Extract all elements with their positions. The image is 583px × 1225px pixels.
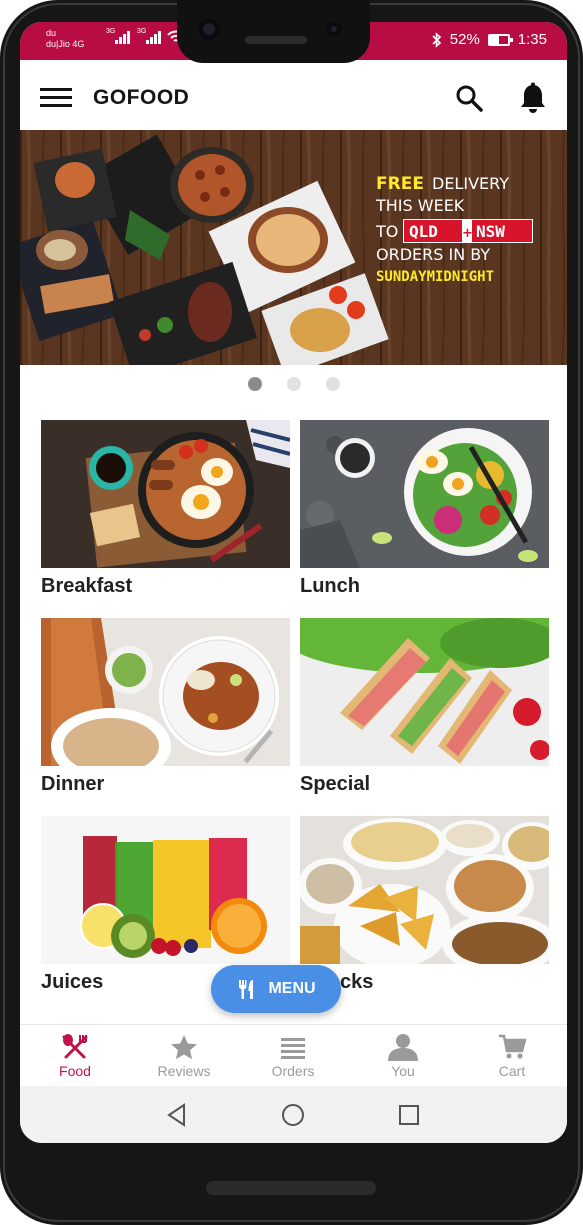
carousel-dots bbox=[20, 374, 567, 392]
operator-line-2: du|Jio 4G bbox=[46, 39, 85, 49]
category-breakfast[interactable]: Breakfast bbox=[41, 420, 290, 598]
promo-banner[interactable]: FREE DELIVERY THIS WEEK TO QLD + NSW ORD… bbox=[20, 130, 567, 365]
operator-line-1: du bbox=[46, 28, 57, 38]
fork-knife-icon bbox=[239, 980, 254, 999]
promo-this-week: THIS WEEK bbox=[375, 196, 465, 215]
signal-1-tag: 3G bbox=[106, 28, 116, 35]
promo-orders-by: ORDERS IN BY bbox=[376, 245, 490, 264]
promo-to: TO bbox=[375, 222, 398, 241]
cart-icon bbox=[499, 1034, 527, 1059]
dinner-image bbox=[41, 618, 290, 766]
food-icon bbox=[62, 1034, 88, 1059]
breakfast-image bbox=[41, 420, 290, 568]
app-title: GOFOOD bbox=[93, 86, 190, 109]
carousel-dot[interactable] bbox=[248, 377, 262, 391]
category-label: Breakfast bbox=[41, 575, 133, 597]
nav-orders[interactable]: Orders bbox=[243, 1033, 343, 1079]
home-icon[interactable] bbox=[281, 1103, 305, 1127]
camera-notch bbox=[177, 0, 370, 63]
recents-icon[interactable] bbox=[398, 1104, 420, 1126]
operator-info: du du|Jio 4G bbox=[46, 28, 84, 50]
snacks-image bbox=[300, 816, 549, 964]
clock: 1:35 bbox=[517, 31, 547, 48]
nav-label: Food bbox=[59, 1063, 91, 1079]
phone-frame: du du|Jio 4G 3G 3G 52% 1:35 GOFOOD FREE … bbox=[0, 0, 583, 1225]
list-icon bbox=[281, 1038, 305, 1059]
promo-state-qld: QLD bbox=[409, 222, 438, 241]
category-label: Lunch bbox=[300, 575, 360, 597]
nav-label: You bbox=[391, 1063, 415, 1079]
promo-free: FREE bbox=[376, 174, 424, 194]
bottom-speaker bbox=[206, 1181, 376, 1195]
signal-bars-icon: 3G bbox=[137, 28, 161, 44]
front-camera-icon bbox=[198, 18, 220, 40]
carousel-dot[interactable] bbox=[287, 377, 301, 391]
menu-button[interactable]: MENU bbox=[211, 965, 341, 1013]
special-image bbox=[300, 618, 549, 766]
category-lunch[interactable]: Lunch bbox=[300, 420, 549, 598]
lunch-image bbox=[300, 420, 549, 568]
category-snacks[interactable]: cks bbox=[300, 816, 549, 994]
system-nav-bar bbox=[20, 1086, 567, 1143]
app-bar: GOFOOD bbox=[20, 60, 567, 130]
earpiece-speaker bbox=[245, 36, 307, 44]
juices-image bbox=[41, 816, 290, 964]
carousel-dot[interactable] bbox=[326, 377, 340, 391]
bluetooth-icon bbox=[432, 31, 441, 48]
user-icon bbox=[388, 1034, 418, 1061]
promo-state-nsw: NSW bbox=[476, 222, 505, 241]
nav-label: Reviews bbox=[157, 1063, 211, 1079]
category-special[interactable]: Special bbox=[300, 618, 549, 796]
menu-icon[interactable] bbox=[40, 88, 72, 108]
nav-label: Cart bbox=[498, 1063, 526, 1079]
promo-delivery: DELIVERY bbox=[432, 174, 509, 193]
battery-icon bbox=[487, 33, 513, 46]
signal-2-tag: 3G bbox=[137, 28, 147, 35]
category-dinner[interactable]: Dinner bbox=[41, 618, 290, 796]
bell-icon[interactable] bbox=[518, 82, 548, 114]
status-right: 52% 1:35 bbox=[432, 31, 547, 48]
nav-cart[interactable]: Cart bbox=[462, 1033, 562, 1079]
nav-you[interactable]: You bbox=[353, 1033, 453, 1079]
nav-reviews[interactable]: Reviews bbox=[134, 1033, 234, 1079]
signal-indicators: 3G 3G bbox=[106, 28, 185, 44]
food-banner-image: FREE DELIVERY THIS WEEK TO QLD + NSW ORD… bbox=[20, 130, 567, 365]
search-icon[interactable] bbox=[455, 84, 483, 112]
menu-button-label: MENU bbox=[268, 980, 316, 997]
promo-plus: + bbox=[462, 226, 473, 241]
back-icon[interactable] bbox=[165, 1103, 189, 1127]
bottom-nav: Food Reviews Orders You Cart bbox=[20, 1024, 567, 1086]
phone-screen: du du|Jio 4G 3G 3G 52% 1:35 GOFOOD FREE … bbox=[20, 22, 567, 1143]
nav-food[interactable]: Food bbox=[25, 1033, 125, 1079]
signal-bars-icon: 3G bbox=[106, 28, 130, 44]
category-label: Dinner bbox=[41, 773, 105, 795]
category-label: Special bbox=[300, 773, 371, 795]
star-icon bbox=[171, 1035, 197, 1060]
battery-percent: 52% bbox=[449, 31, 480, 48]
nav-label: Orders bbox=[271, 1063, 315, 1079]
sensor-icon bbox=[326, 21, 342, 37]
promo-deadline: SUNDAYMIDNIGHT bbox=[376, 269, 494, 285]
